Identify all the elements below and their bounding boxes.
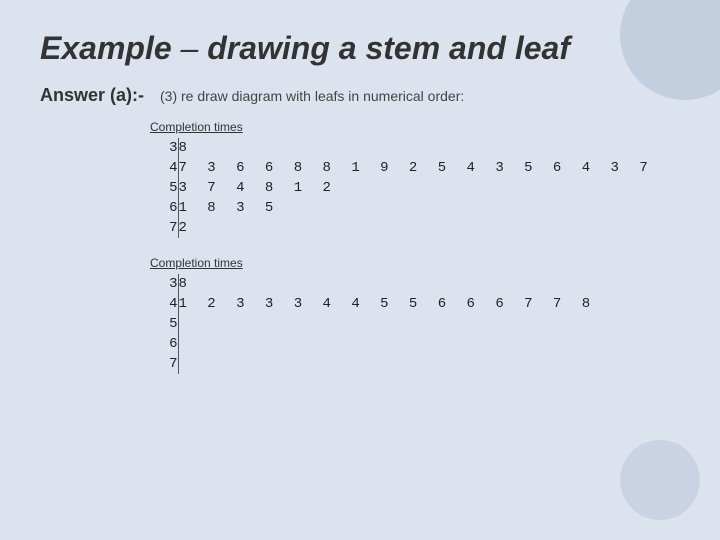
decorative-circle-bottom: [620, 440, 700, 520]
leaf-cell: [178, 314, 596, 334]
answer-line: Answer (a):- (3) re draw diagram with le…: [40, 85, 680, 106]
leaf-cell: 7 3 6 6 8 8 1 9 2 5 4 3 5 6 4 3 7: [178, 158, 654, 178]
table-row: 38: [150, 138, 654, 158]
table1-title: Completion times: [40, 120, 680, 134]
leaf-cell: [178, 354, 596, 374]
stem-cell: 4: [150, 158, 178, 178]
stem-cell: 4: [150, 294, 178, 314]
leaf-cell: 1 2 3 3 3 4 4 5 5 6 6 6 7 7 8: [178, 294, 596, 314]
slide-title: Example – drawing a stem and leaf: [40, 30, 680, 67]
stem-cell: 7: [150, 218, 178, 238]
table-row: 6: [150, 334, 596, 354]
table-row: 61 8 3 5: [150, 198, 654, 218]
answer-instruction: (3) re draw diagram with leafs in numeri…: [160, 88, 464, 104]
answer-label: Answer (a):-: [40, 85, 144, 106]
section-table1: Completion times 3847 3 6 6 8 8 1 9 2 5 …: [40, 120, 680, 238]
section-table2: Completion times 3841 2 3 3 3 4 4 5 5 6 …: [40, 256, 680, 374]
stem-leaf-table-1: 3847 3 6 6 8 8 1 9 2 5 4 3 5 6 4 3 753 7…: [150, 138, 654, 238]
leaf-cell: 8: [178, 138, 654, 158]
slide: Example – drawing a stem and leaf Answer…: [0, 0, 720, 540]
leaf-cell: [178, 334, 596, 354]
table-row: 7: [150, 354, 596, 374]
stem-cell: 7: [150, 354, 178, 374]
table2-title: Completion times: [40, 256, 680, 270]
leaf-cell: 2: [178, 218, 654, 238]
table-row: 47 3 6 6 8 8 1 9 2 5 4 3 5 6 4 3 7: [150, 158, 654, 178]
stem-leaf-table-2: 3841 2 3 3 3 4 4 5 5 6 6 6 7 7 8567: [150, 274, 596, 374]
table-row: 53 7 4 8 1 2: [150, 178, 654, 198]
table-row: 38: [150, 274, 596, 294]
title-main: Example: [40, 30, 172, 66]
stem-cell: 3: [150, 274, 178, 294]
table-row: 5: [150, 314, 596, 334]
title-dash: –: [181, 30, 208, 66]
leaf-cell: 8: [178, 274, 596, 294]
table-row: 41 2 3 3 3 4 4 5 5 6 6 6 7 7 8: [150, 294, 596, 314]
title-sub: drawing a stem and leaf: [207, 30, 570, 66]
stem-cell: 5: [150, 178, 178, 198]
leaf-cell: 3 7 4 8 1 2: [178, 178, 654, 198]
stem-cell: 6: [150, 198, 178, 218]
stem-cell: 6: [150, 334, 178, 354]
stem-cell: 3: [150, 138, 178, 158]
leaf-cell: 1 8 3 5: [178, 198, 654, 218]
stem-cell: 5: [150, 314, 178, 334]
table-row: 72: [150, 218, 654, 238]
